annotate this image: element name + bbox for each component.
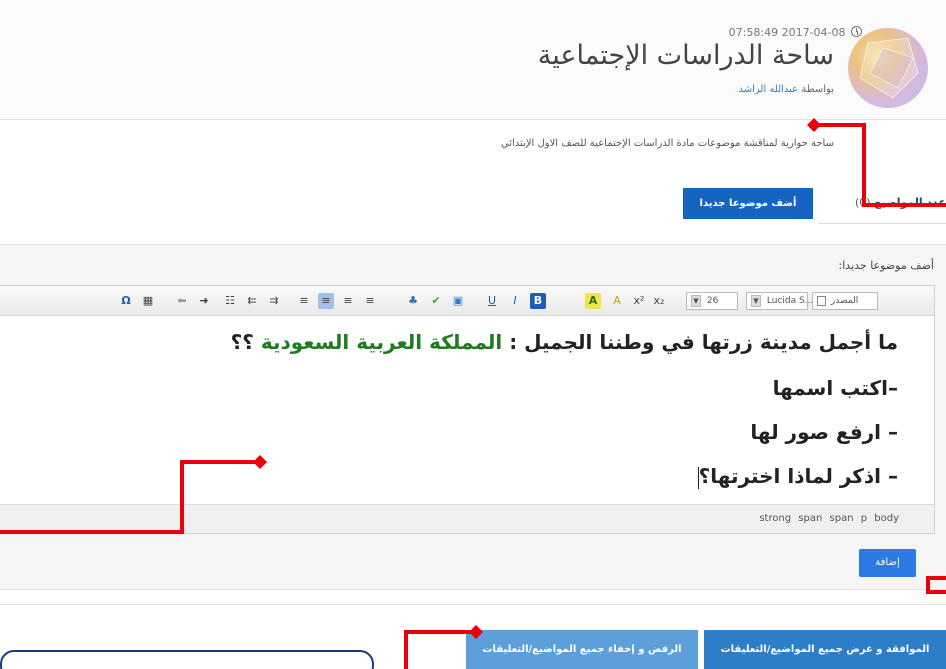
bold-icon[interactable]: B (530, 293, 546, 309)
new-topic-label: أضف موضوعا جديدا: (838, 259, 934, 272)
underline-icon[interactable]: U (484, 293, 500, 309)
content-line-3: – ارفع صور لها (750, 420, 898, 444)
text-color-icon[interactable]: A (609, 293, 625, 309)
element-path[interactable]: strong span span p body (759, 513, 899, 524)
page-title: ساحة الدراسات الإجتماعية (537, 40, 834, 71)
submit-topic-button[interactable]: إضافة (859, 549, 916, 577)
italic-icon[interactable]: I (507, 293, 523, 309)
actions-divider (0, 604, 946, 605)
line1-highlight: المملكة العربية السعودية (260, 330, 503, 354)
source-button[interactable]: المصدر (812, 292, 878, 310)
align-right-icon[interactable]: ≡ (362, 293, 378, 309)
content-line-1: ما أجمل مدينة زرتها في وطننا الجميل : ال… (231, 330, 898, 354)
content-line-2: –اكتب اسمها (772, 376, 898, 400)
reject-all-button[interactable]: الرفض و إخفاء جميع المواضيع/التعليقات (466, 630, 698, 669)
flash-icon[interactable]: ✔ (428, 293, 444, 309)
topics-count-value: (0) (854, 196, 871, 209)
chevron-down-icon: ▼ (691, 294, 701, 307)
line1-prefix: ما أجمل مدينة زرتها في وطننا الجميل : (509, 330, 898, 354)
forum-avatar (848, 28, 928, 108)
source-label: المصدر (830, 296, 859, 306)
editor-statusbar: strong span span p body (0, 504, 934, 533)
table-icon[interactable]: ▦ (140, 293, 156, 309)
byline: بواسطة عبدالله الراشد (738, 84, 834, 95)
font-size-value: 26 (706, 296, 719, 306)
superscript-icon[interactable]: x² (631, 293, 647, 309)
post-timestamp: 07:58:49 2017-04-08 (729, 26, 862, 39)
align-justify-icon[interactable]: ≡ (318, 293, 334, 309)
font-family-select[interactable]: ▼ Lucida S... (746, 292, 813, 310)
approve-all-button[interactable]: الموافقة و عرض جميع المواضيع/التعليقات (704, 630, 946, 669)
align-left-icon[interactable]: ≡ (296, 293, 312, 309)
byline-prefix: بواسطة (801, 84, 834, 95)
find-icon[interactable]: ♣ (405, 293, 421, 309)
special-char-icon[interactable]: Ω (118, 293, 134, 309)
image-icon[interactable]: ▣ (450, 293, 466, 309)
font-family-value: Lucida S... (766, 296, 814, 306)
line4-text: – اذكر لماذا اخترتها؟ (698, 464, 898, 488)
list-icon[interactable]: ☷ (222, 293, 238, 309)
annotation-arrow-1 (814, 123, 946, 207)
align-center-icon[interactable]: ≡ (340, 293, 356, 309)
forum-description: ساحة حوارية لمناقشة موضوعات مادة الدراسا… (500, 138, 834, 149)
background-color-icon[interactable]: A (585, 293, 601, 309)
clock-icon (851, 26, 862, 37)
source-icon (817, 295, 826, 306)
add-topic-button[interactable]: أضف موضوعا جديدا (683, 188, 813, 219)
redo-icon[interactable]: ➜ (196, 293, 212, 309)
line1-suffix: ؟؟ (230, 330, 254, 354)
annotation-callout-box (0, 650, 374, 669)
font-size-select[interactable]: ▼ 26 (686, 292, 738, 310)
editor-toolbar: المصدر ▼ Lucida S... ▼ 26 x₂ x² A A B I … (0, 286, 934, 316)
outdent-icon[interactable]: ⇇ (244, 293, 260, 309)
content-line-4: – اذكر لماذا اخترتها؟ (697, 464, 898, 489)
header-divider (0, 119, 946, 120)
timestamp-text: 07:58:49 2017-04-08 (728, 26, 846, 39)
author-link[interactable]: عبدالله الراشد (738, 84, 798, 95)
subscript-icon[interactable]: x₂ (651, 293, 667, 309)
topics-count-label: عدد المواضيع (874, 196, 946, 209)
annotation-diamond-1 (807, 118, 821, 132)
editor-content[interactable]: ما أجمل مدينة زرتها في وطننا الجميل : ال… (0, 316, 934, 506)
indent-icon[interactable]: ⇉ (266, 293, 282, 309)
topics-count-tab[interactable]: عدد المواضيع (0) (818, 194, 946, 224)
rich-text-editor[interactable]: المصدر ▼ Lucida S... ▼ 26 x₂ x² A A B I … (0, 285, 935, 534)
undo-icon[interactable]: ⬅ (174, 293, 190, 309)
chevron-down-icon: ▼ (751, 294, 761, 307)
